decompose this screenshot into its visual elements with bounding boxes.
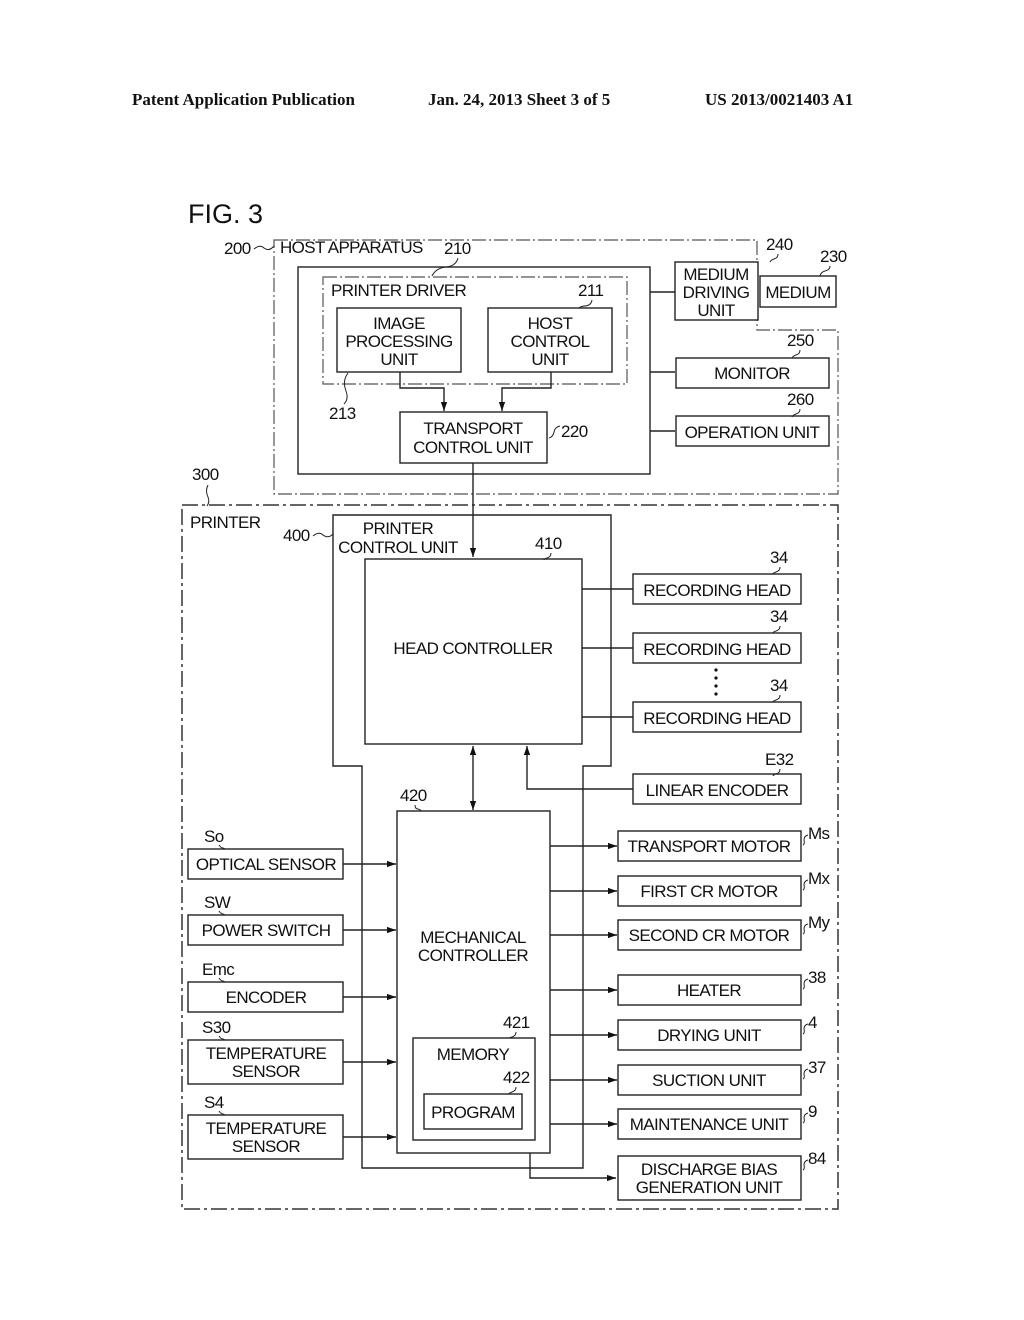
output-device-ref: 84 (808, 1149, 826, 1168)
arrow-image-to-transport (399, 372, 448, 411)
input-device-label: POWER SWITCH (202, 921, 331, 940)
leader-line (769, 253, 779, 263)
image-processing-unit-label: PROCESSING (345, 332, 452, 351)
mechanical-controller-label: CONTROLLER (418, 946, 529, 965)
output-device-label: GENERATION UNIT (636, 1178, 783, 1197)
transport-control-unit-ref: 220 (561, 422, 588, 441)
head-connectors (582, 588, 633, 718)
linear-encoder-ref: E32 (765, 750, 794, 769)
recording-head-ref: 34 (770, 607, 788, 626)
monitor-label: MONITOR (714, 364, 790, 383)
leader-line (548, 425, 561, 439)
medium-ref: 230 (820, 247, 847, 266)
output-device-ref: Mx (808, 869, 831, 888)
output-device-ref: 9 (808, 1102, 817, 1121)
output-device-ref: 38 (808, 968, 826, 987)
transport-control-unit-label: CONTROL UNIT (413, 438, 533, 457)
host-apparatus-label: HOST APPARATUS (280, 238, 423, 257)
recording-head-label: RECORDING HEAD (643, 640, 791, 659)
leader-line (772, 625, 781, 634)
mechanical-controller-ref: 420 (400, 786, 427, 805)
leader-line (343, 372, 349, 405)
host-control-unit-label: UNIT (531, 350, 568, 369)
leader-line (791, 349, 801, 359)
printer-control-unit-label: CONTROL UNIT (338, 538, 458, 557)
leader-line (772, 694, 781, 703)
output-device-label: DRYING UNIT (657, 1026, 761, 1045)
printer-control-unit-label: PRINTER (363, 519, 434, 538)
printer-driver-label: PRINTER DRIVER (331, 281, 466, 300)
host-block-ref: 210 (444, 239, 471, 258)
input-device-ref: SW (204, 893, 231, 912)
host-apparatus-ref: 200 (224, 239, 251, 258)
printer-driver-ref: 211 (578, 281, 603, 300)
arrow-host-to-transport (498, 372, 552, 411)
input-device-ref: So (204, 827, 224, 846)
host-control-unit-label: CONTROL (511, 332, 590, 351)
input-device-label: SENSOR (232, 1137, 301, 1156)
medium-label: MEDIUM (765, 283, 830, 302)
output-device-label: FIRST CR MOTOR (640, 882, 778, 901)
input-device-ref: S30 (202, 1018, 231, 1037)
head-controller-ref: 410 (535, 534, 562, 553)
medium-driving-unit-label: UNIT (697, 301, 734, 320)
program-label: PROGRAM (431, 1103, 515, 1122)
block-diagram: FIG. 3 200 HOST APPARATUS 210 PRINTER DR… (181, 199, 847, 1210)
leader-line (312, 532, 334, 538)
memory-ref: 421 (503, 1013, 530, 1032)
input-device-label: TEMPERATURE (206, 1119, 327, 1138)
input-device-label: ENCODER (226, 988, 307, 1007)
output-device-ref: My (808, 913, 831, 932)
figure-title: FIG. 3 (188, 199, 263, 229)
input-device-label: SENSOR (232, 1062, 301, 1081)
medium-driving-unit-ref: 240 (766, 235, 793, 254)
printer-label: PRINTER (190, 513, 261, 532)
image-processing-unit-label: UNIT (380, 350, 417, 369)
output-device-ref: 37 (808, 1058, 826, 1077)
medium-driving-unit-label: DRIVING (683, 283, 750, 302)
operation-unit-label: OPERATION UNIT (685, 423, 820, 442)
output-device-ref: 4 (808, 1013, 817, 1032)
medium-driving-unit-label: MEDIUM (683, 265, 748, 284)
image-processing-unit-label: IMAGE (373, 314, 425, 333)
input-device-ref: Emc (202, 960, 235, 979)
output-device-label: DISCHARGE BIAS (641, 1160, 777, 1179)
input-device-ref: S4 (204, 1093, 224, 1112)
recording-head-ref: 34 (770, 676, 788, 695)
host-peripheral-connectors (650, 291, 675, 432)
input-device-label: OPTICAL SENSOR (196, 855, 337, 874)
output-device-label: TRANSPORT MOTOR (628, 837, 791, 856)
printer-ref: 300 (192, 465, 219, 484)
image-processing-unit-ref: 213 (329, 404, 356, 423)
input-device-label: TEMPERATURE (206, 1044, 327, 1063)
output-device-label: MAINTENANCE UNIT (630, 1115, 789, 1134)
head-controller-label: HEAD CONTROLLER (393, 639, 552, 658)
printer-control-unit-ref: 400 (283, 526, 310, 545)
memory-label: MEMORY (437, 1045, 510, 1064)
output-device-label: SECOND CR MOTOR (629, 926, 790, 945)
output-device-ref: Ms (808, 824, 830, 843)
ellipsis-dots (714, 668, 718, 696)
leader-line (819, 265, 831, 277)
recording-head-label: RECORDING HEAD (643, 709, 791, 728)
leader-line (253, 245, 275, 251)
recording-head-ref: 34 (770, 548, 788, 567)
recording-head-label: RECORDING HEAD (643, 581, 791, 600)
monitor-ref: 250 (787, 331, 814, 350)
arrow-to-discharge-bias (529, 1153, 616, 1182)
leader-line (206, 484, 210, 507)
linear-encoder-label: LINEAR ENCODER (646, 781, 789, 800)
host-control-unit-label: HOST (528, 314, 573, 333)
output-device-label: SUCTION UNIT (652, 1071, 766, 1090)
operation-unit-ref: 260 (787, 390, 814, 409)
transport-control-unit-label: TRANSPORT (423, 419, 522, 438)
output-device-label: HEATER (677, 981, 741, 1000)
program-ref: 422 (503, 1068, 530, 1087)
mechanical-controller-label: MECHANICAL (420, 928, 526, 947)
leader-line (414, 804, 422, 812)
leader-line (772, 566, 781, 575)
arrow-encoder-to-head-controller (523, 746, 633, 790)
